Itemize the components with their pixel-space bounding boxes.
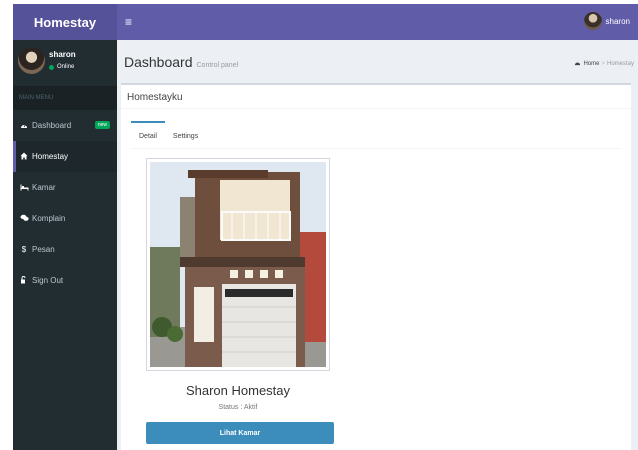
navbar-username: sharon	[605, 16, 630, 26]
breadcrumb-separator: >	[601, 60, 605, 67]
home-icon	[19, 152, 29, 162]
sidebar-item-label: Komplain	[32, 214, 66, 223]
avatar	[583, 12, 602, 30]
page-subtitle: Control panel	[196, 62, 239, 69]
page-title: Dashboard	[124, 54, 193, 70]
content-area: Dashboard Control panel Home > Homestay …	[117, 40, 638, 450]
breadcrumb-home[interactable]: Home	[583, 61, 599, 67]
sign-out-icon	[19, 275, 29, 286]
sidebar-item-label: Kamar	[32, 183, 56, 192]
sidebar-item-komplain[interactable]: Komplain	[13, 203, 117, 234]
button-label: Lihat Kamar	[219, 429, 261, 437]
sidebar: sharon Online MAIN MENU Dashboard new Ho…	[13, 40, 117, 450]
comments-icon	[19, 214, 29, 224]
house-image	[150, 162, 326, 367]
tab-bar: Detail Settings	[131, 121, 621, 149]
content-header: Dashboard Control panel	[124, 54, 238, 70]
user-menu[interactable]: sharon	[583, 12, 630, 30]
bed-icon	[19, 183, 29, 193]
sidebar-item-sign-out[interactable]: Sign Out	[13, 265, 117, 296]
user-panel: sharon Online	[13, 40, 117, 86]
app-logo[interactable]: Homestay	[13, 4, 117, 40]
sidebar-item-kamar[interactable]: Kamar	[13, 172, 117, 203]
homestay-box: Homestayku Detail Settings Sharon Homest…	[121, 83, 631, 450]
dashboard-icon	[574, 59, 581, 68]
breadcrumb-current: Homestay	[606, 60, 634, 67]
user-name: sharon	[49, 50, 76, 59]
user-status: Online	[49, 64, 74, 70]
dashboard-icon	[19, 121, 29, 131]
sidebar-item-label: Dashboard	[32, 121, 72, 130]
sidebar-item-dashboard[interactable]: Dashboard new	[13, 110, 117, 141]
user-status-text: Online	[57, 64, 75, 70]
box-title: Homestayku	[121, 85, 631, 109]
homestay-photo	[146, 158, 330, 371]
menu-header: MAIN MENU	[13, 86, 117, 110]
sidebar-item-homestay[interactable]: Homestay	[13, 141, 117, 172]
app-frame: Homestay ≡ sharon sharon Online MAIN MEN…	[13, 4, 638, 450]
breadcrumb: Home > Homestay	[574, 59, 634, 68]
top-navbar: ≡ sharon	[117, 4, 638, 40]
sidebar-item-label: Homestay	[32, 152, 69, 161]
logo-text: Homestay	[33, 14, 97, 30]
homestay-name: Sharon Homestay	[185, 383, 291, 398]
tab-detail[interactable]: Detail	[131, 121, 165, 148]
tab-settings[interactable]: Settings	[165, 121, 206, 148]
sidebar-item-pesan[interactable]: $ Pesan	[13, 234, 117, 265]
sidebar-item-label: Sign Out	[32, 276, 64, 285]
user-avatar	[18, 47, 45, 74]
dollar-icon: $	[21, 245, 27, 254]
lihat-kamar-button[interactable]: Lihat Kamar	[146, 422, 334, 444]
homestay-status: Status : Aktif	[218, 404, 258, 411]
sidebar-toggle-icon[interactable]: ≡	[125, 15, 139, 29]
new-badge: new	[94, 121, 110, 129]
online-dot-icon	[49, 64, 54, 70]
sidebar-item-label: Pesan	[32, 245, 55, 254]
